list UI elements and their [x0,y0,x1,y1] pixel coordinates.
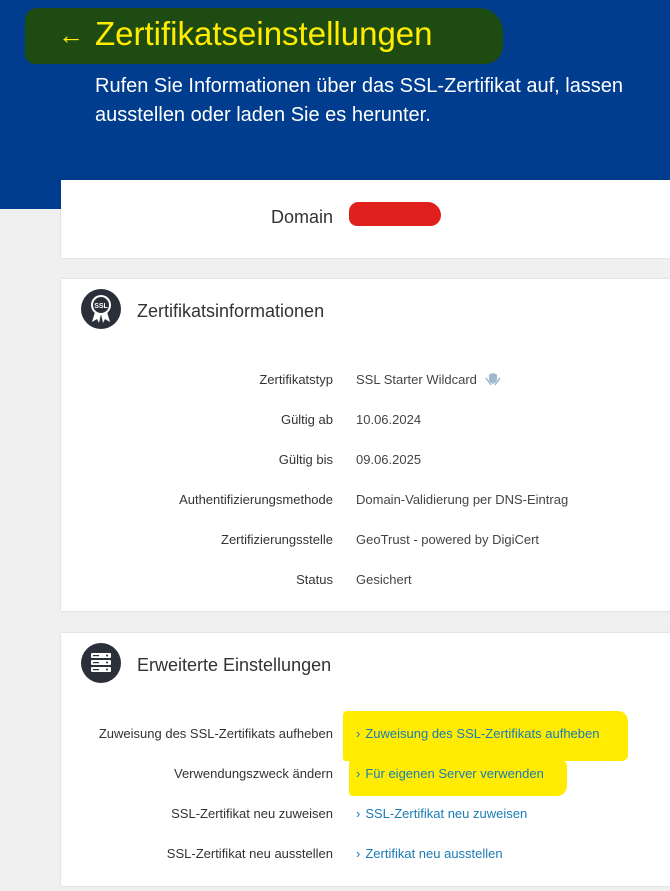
info-value: 10.06.2024 [356,412,422,427]
page-subtitle: Rufen Sie Informationen über das SSL-Zer… [95,72,670,130]
chevron-right-icon: › [356,846,361,861]
reissue-certificate-link[interactable]: › Zertifikat neu ausstellen [356,846,503,861]
chevron-right-icon: › [356,726,361,741]
info-row-status: Status Gesichert [61,569,670,591]
domain-card: Domain [61,180,670,258]
info-label: Authentifizierungsmethode [179,492,333,507]
info-value: Gesichert [356,572,412,587]
info-label: Zertifizierungsstelle [221,532,333,547]
info-row-valid-until: Gültig bis 09.06.2025 [61,449,670,471]
info-label: Zertifikatstyp [259,372,333,387]
ssl-badge-icon: SSL [81,289,121,329]
chevron-right-icon: › [356,766,361,781]
page-title: Zertifikatseinstellungen [95,15,433,52]
page-header: ← Zertifikatseinstellungen Rufen Sie Inf… [0,0,670,209]
shield-hands-icon [484,372,501,389]
info-value: GeoTrust - powered by DigiCert [356,532,540,547]
advanced-label: SSL-Zertifikat neu ausstellen [166,846,333,861]
info-value: 09.06.2025 [356,452,422,467]
svg-text:SSL: SSL [94,303,108,310]
link-text: Für eigenen Server verwenden [365,766,544,781]
advanced-label: Verwendungszweck ändern [174,766,333,781]
advanced-settings-heading: Erweiterte Einstellungen [137,655,332,675]
domain-label: Domain [270,207,333,227]
unassign-certificate-link[interactable]: › Zuweisung des SSL-Zertifikats aufheben [356,726,599,741]
arrow-left-icon[interactable]: ← [58,20,84,50]
subtitle-line-2: ausstellen oder laden Sie es herunter. [95,104,431,126]
info-row-type: Zertifikatstyp SSL Starter Wildcard [61,369,670,391]
server-icon [81,643,121,683]
use-own-server-link[interactable]: › Für eigenen Server verwenden [356,766,544,781]
link-text: SSL-Zertifikat neu zuweisen [365,806,528,821]
advanced-row-change-purpose: Verwendungszweck ändern › Für eigenen Ser… [61,763,670,785]
info-row-auth-method: Authentifizierungsmethode Domain-Validie… [61,489,670,511]
info-row-authority: Zertifizierungsstelle GeoTrust - powered… [61,529,670,551]
info-row-valid-from: Gültig ab 10.06.2024 [61,409,670,431]
certificate-type-value: SSL Starter Wildcard [356,372,477,387]
advanced-row-unassign: Zuweisung des SSL-Zertifikats aufheben ›… [61,723,670,745]
info-label: Status [296,572,333,587]
subtitle-line-1: Rufen Sie Informationen über das SSL-Zer… [95,75,624,97]
info-value: Domain-Validierung per DNS-Eintrag [356,492,569,507]
link-text: Zertifikat neu ausstellen [365,846,503,861]
chevron-right-icon: › [356,806,361,821]
certificate-info-card: SSL Zertifikatsinformationen Zertifikats… [61,279,670,611]
info-value: SSL Starter Wildcard [356,372,501,389]
link-text: Zuweisung des SSL-Zertifikats aufheben [365,726,600,741]
certificate-info-heading: Zertifikatsinformationen [137,301,325,321]
info-label: Gültig ab [280,412,333,427]
redaction-mark [349,202,441,226]
info-label: Gültig bis [278,452,333,467]
advanced-row-reassign: SSL-Zertifikat neu zuweisen › SSL-Zertifi… [61,803,670,825]
advanced-label: SSL-Zertifikat neu zuweisen [171,806,333,821]
reassign-certificate-link[interactable]: › SSL-Zertifikat neu zuweisen [356,806,527,821]
advanced-label: Zuweisung des SSL-Zertifikats aufheben [98,726,333,741]
advanced-row-reissue: SSL-Zertifikat neu ausstellen › Zertifika… [61,843,670,865]
advanced-settings-card: Erweiterte Einstellungen Zuweisung des S… [61,633,670,886]
